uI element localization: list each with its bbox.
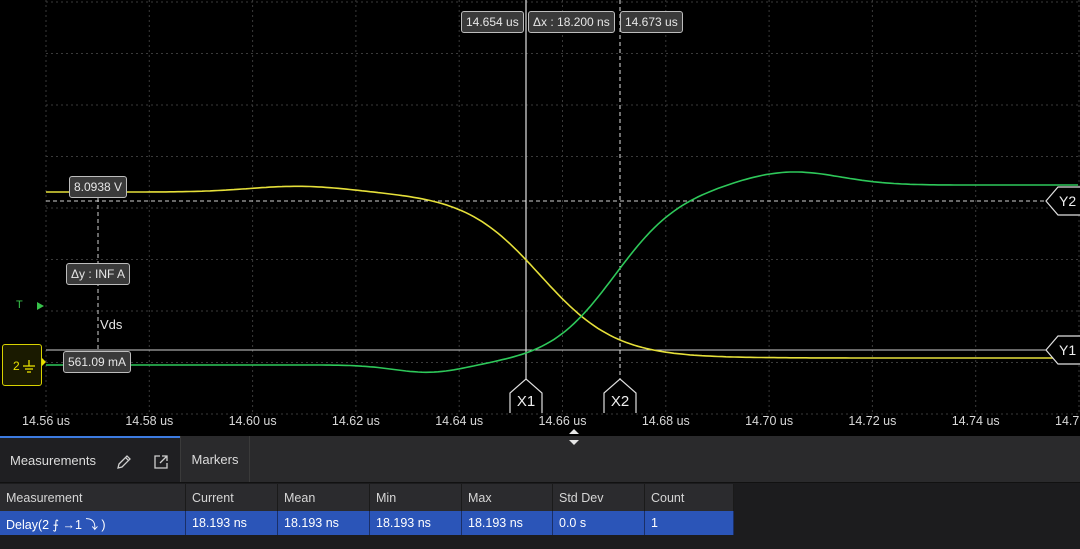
time-tick-label: 14.74 us: [951, 414, 1000, 428]
time-tick-label: 14.7: [1055, 414, 1080, 428]
panel-tab-bar: Measurements Markers: [0, 429, 1080, 483]
delta-x-readout: Δx : 18.200 ns: [528, 11, 615, 33]
cell-current: 18.193 ns: [185, 511, 278, 535]
table-row[interactable]: Delay(2 ⨍ →1 ⤵ ) 18.193 ns 18.193 ns 18.…: [0, 511, 734, 535]
channel-2-badge[interactable]: 2: [2, 344, 42, 386]
time-tick-label: 14.68 us: [641, 414, 690, 428]
tab-measurements[interactable]: Measurements: [0, 436, 180, 482]
y2-readout: 8.0938 V: [69, 176, 128, 198]
time-tick-label: 14.72 us: [848, 414, 897, 428]
col-min[interactable]: Min: [369, 484, 462, 511]
cell-min: 18.193 ns: [369, 511, 462, 535]
trigger-arrow-icon: [37, 302, 44, 310]
ground-icon: [23, 360, 35, 373]
delta-y-readout: Δy : INF A: [66, 263, 131, 285]
time-tick-label: 14.60 us: [228, 414, 277, 428]
cell-mean: 18.193 ns: [277, 511, 370, 535]
cell-std-dev: 0.0 s: [552, 511, 645, 535]
waveform-area[interactable]: [0, 0, 1080, 436]
bottom-panel: Measurements Markers Measurement Current…: [0, 429, 1080, 549]
col-std-dev[interactable]: Std Dev: [552, 484, 645, 511]
channel-number: 2: [13, 359, 20, 373]
cell-count: 1: [644, 511, 734, 535]
pop-out-icon[interactable]: [152, 453, 170, 471]
cell-max: 18.193 ns: [461, 511, 553, 535]
current-trace: [46, 171, 1078, 374]
x1-flag-label[interactable]: X1: [510, 380, 542, 414]
x1-readout: 14.654 us: [461, 11, 524, 33]
trigger-label: T: [16, 299, 23, 311]
vds-trace: [46, 185, 1078, 359]
col-mean[interactable]: Mean: [277, 484, 370, 511]
scope-display[interactable]: T Vds 2 14.654 us Δx : 18.200 ns 14.673 …: [0, 0, 1080, 436]
time-tick-label: 14.64 us: [435, 414, 484, 428]
col-max[interactable]: Max: [461, 484, 553, 511]
panel-resize-handle-icon[interactable]: [566, 426, 582, 448]
col-current[interactable]: Current: [185, 484, 278, 511]
tab-markers[interactable]: Markers: [180, 436, 250, 482]
y1-flag-label[interactable]: Y1: [1059, 342, 1076, 358]
time-tick-label: 14.62 us: [331, 414, 380, 428]
col-measurement[interactable]: Measurement: [0, 484, 186, 511]
cell-measurement: Delay(2 ⨍ →1 ⤵ ): [0, 511, 186, 535]
y2-flag-label[interactable]: Y2: [1059, 193, 1076, 209]
tab-measurements-label: Measurements: [10, 453, 96, 468]
y1-readout: 561.09 mA: [63, 351, 132, 373]
time-tick-label: 14.70 us: [745, 414, 794, 428]
edit-icon[interactable]: [115, 453, 133, 471]
col-count[interactable]: Count: [644, 484, 734, 511]
time-tick-label: 14.58 us: [125, 414, 174, 428]
x2-flag-label[interactable]: X2: [604, 380, 636, 414]
table-header-row: Measurement Current Mean Min Max Std Dev…: [0, 484, 734, 511]
measurements-table: Measurement Current Mean Min Max Std Dev…: [0, 484, 734, 535]
time-tick-label: 14.56 us: [22, 414, 70, 428]
channel-label: Vds: [100, 317, 123, 332]
graticule: [45, 0, 1080, 415]
x2-readout: 14.673 us: [620, 11, 683, 33]
